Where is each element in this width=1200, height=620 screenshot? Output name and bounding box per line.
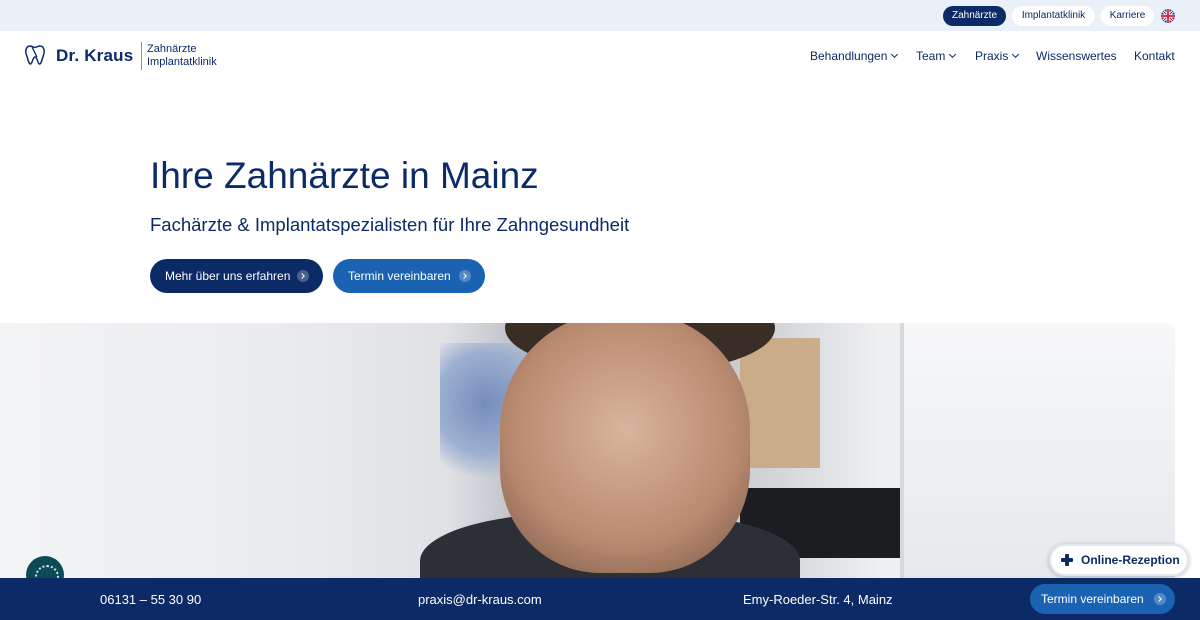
chevron-down-icon [949, 50, 957, 59]
hero-title: Ihre Zahnärzte in Mainz [150, 155, 539, 196]
footer-book-appointment-button[interactable]: Termin vereinbaren [1030, 584, 1175, 614]
online-reception-label: Online-Rezeption [1081, 553, 1180, 567]
address-link[interactable]: Emy-Roeder-Str. 4, Mainz [743, 592, 893, 607]
uk-flag-icon[interactable] [1161, 9, 1175, 23]
email-link[interactable]: praxis@dr-kraus.com [418, 592, 542, 607]
brand-sub-line-2: Implantatklinik [147, 56, 217, 68]
nav-label: Praxis [975, 49, 1009, 63]
arrow-right-icon [459, 270, 471, 282]
arrow-right-icon [297, 270, 309, 282]
top-utility-bar: Zahnärzte Implantatklinik Karriere [0, 0, 1200, 31]
topbar-tab-implantatklinik[interactable]: Implantatklinik [1012, 6, 1095, 26]
photo-face [500, 323, 750, 573]
nav-kontakt[interactable]: Kontakt [1134, 49, 1175, 63]
hero-subtitle: Fachärzte & Implantatspezialisten für Ih… [150, 214, 630, 235]
contact-bar: 06131 – 55 30 90 praxis@dr-kraus.com Emy… [0, 578, 1200, 620]
brand-name[interactable]: Dr. Kraus [56, 46, 133, 66]
chevron-down-icon [891, 50, 899, 59]
about-us-button-label: Mehr über uns erfahren [165, 269, 291, 283]
nav-team[interactable]: Team [916, 49, 957, 63]
nav-wissenswertes[interactable]: Wissenswertes [1036, 49, 1117, 63]
nav-label: Team [916, 49, 946, 63]
nav-praxis[interactable]: Praxis [975, 49, 1020, 63]
footer-button-label: Termin vereinbaren [1041, 592, 1144, 606]
nav-behandlungen[interactable]: Behandlungen [810, 49, 899, 63]
medical-cross-icon [1061, 554, 1073, 566]
tooth-icon[interactable] [24, 44, 46, 71]
book-appointment-button[interactable]: Termin vereinbaren [333, 259, 485, 293]
nav-label: Behandlungen [810, 49, 888, 63]
photo-cabinet [740, 338, 820, 468]
online-reception-button[interactable]: Online-Rezeption [1049, 544, 1189, 576]
hero-photo-dentist [0, 323, 1175, 583]
logo-divider [141, 42, 142, 70]
phone-link[interactable]: 06131 – 55 30 90 [100, 592, 201, 607]
book-appointment-button-label: Termin vereinbaren [348, 269, 451, 283]
about-us-button[interactable]: Mehr über uns erfahren [150, 259, 323, 293]
arrow-right-icon [1154, 593, 1166, 605]
main-header: Dr. Kraus Zahnärzte Implantatklinik Beha… [0, 31, 1200, 81]
brand-sub-line-1: Zahnärzte [147, 43, 197, 55]
topbar-tab-zahnaerzte[interactable]: Zahnärzte [943, 6, 1006, 26]
chevron-down-icon [1012, 50, 1020, 59]
topbar-tab-karriere[interactable]: Karriere [1101, 6, 1154, 26]
